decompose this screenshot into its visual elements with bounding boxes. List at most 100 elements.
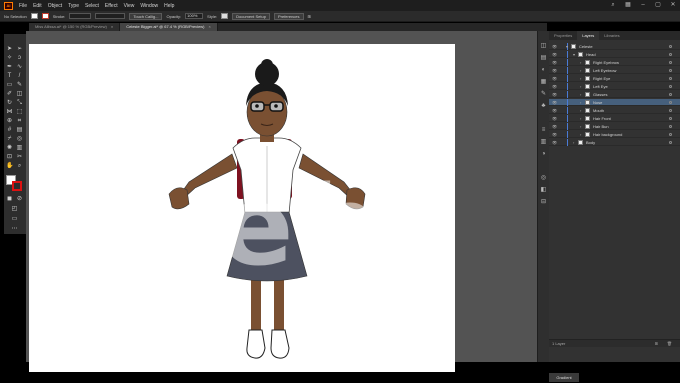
target-circle-icon[interactable] xyxy=(669,141,672,144)
expand-arrow-icon[interactable]: ▾ xyxy=(573,51,575,58)
layer-row[interactable]: 👁 › Mouth xyxy=(549,107,680,114)
maximize-icon[interactable]: ▢ xyxy=(655,2,661,8)
visibility-eye-icon[interactable]: 👁 xyxy=(552,131,558,138)
visibility-eye-icon[interactable]: 👁 xyxy=(552,107,558,114)
visibility-eye-icon[interactable]: 👁 xyxy=(552,115,558,122)
type-tool-icon[interactable]: T xyxy=(6,73,13,80)
expand-arrow-icon[interactable]: › xyxy=(580,123,581,130)
layer-row[interactable]: 👁 › Right Eye xyxy=(549,75,680,82)
brushes-panel-icon[interactable]: ✎ xyxy=(540,91,547,97)
gradient-panel-icon[interactable]: ▥ xyxy=(540,139,547,145)
layer-row[interactable]: 👁 › Body xyxy=(549,139,680,146)
stroke-weight-field[interactable] xyxy=(69,13,92,19)
visibility-eye-icon[interactable]: 👁 xyxy=(552,67,558,74)
expand-arrow-icon[interactable]: › xyxy=(580,107,581,114)
curvature-tool-icon[interactable]: ∿ xyxy=(16,64,23,71)
brush-select[interactable]: Touch Callig... xyxy=(129,12,163,20)
visibility-eye-icon[interactable]: 👁 xyxy=(552,99,558,106)
scale-tool-icon[interactable]: ⤡ xyxy=(16,100,23,107)
gradient-panel-tab[interactable]: Gradient xyxy=(549,373,579,382)
expand-arrow-icon[interactable]: › xyxy=(580,83,581,90)
expand-arrow-icon[interactable]: › xyxy=(573,139,574,146)
tab-libraries[interactable]: Libraries xyxy=(599,31,624,40)
expand-arrow-icon[interactable]: › xyxy=(580,75,581,82)
graph-tool-icon[interactable]: ▥ xyxy=(16,145,23,152)
target-circle-icon[interactable] xyxy=(669,133,672,136)
menu-type[interactable]: Type xyxy=(68,3,79,9)
fill-swatch[interactable] xyxy=(30,13,38,19)
expand-arrow-icon[interactable]: › xyxy=(580,67,581,74)
menu-help[interactable]: Help xyxy=(164,3,174,9)
expand-arrow-icon[interactable]: › xyxy=(580,115,581,122)
expand-arrow-icon[interactable]: › xyxy=(580,91,581,98)
visibility-eye-icon[interactable]: 👁 xyxy=(552,75,558,82)
artboard[interactable]: eh xyxy=(29,44,455,372)
new-layer-icon[interactable]: ⊞ xyxy=(655,340,658,348)
more-tools-icon[interactable]: ⋯ xyxy=(11,226,18,233)
delete-layer-icon[interactable]: 🗑 xyxy=(667,340,672,348)
layer-row[interactable]: 👁 ▾ Head xyxy=(549,51,680,58)
menu-file[interactable]: File xyxy=(19,3,27,9)
graphic-styles-panel-icon[interactable]: ◧ xyxy=(540,187,547,193)
slice-tool-icon[interactable]: ✂ xyxy=(16,154,23,161)
layer-row[interactable]: 👁 › Hair Front xyxy=(549,115,680,122)
close-icon[interactable]: × xyxy=(209,24,211,29)
variable-width-field[interactable] xyxy=(95,13,126,19)
preferences-button[interactable]: Preferences xyxy=(273,12,304,20)
artboard-tool-icon[interactable]: ⊡ xyxy=(6,154,13,161)
width-tool-icon[interactable]: ⋈ xyxy=(6,109,13,116)
style-swatch[interactable] xyxy=(221,13,229,19)
color-mode-icon[interactable]: ◼ xyxy=(6,196,13,203)
target-circle-icon[interactable] xyxy=(669,53,672,56)
target-circle-icon[interactable] xyxy=(669,85,672,88)
draw-mode-icon[interactable]: ◰ xyxy=(11,206,18,213)
opacity-field[interactable]: 100% xyxy=(185,13,204,19)
libraries-panel-icon[interactable]: ▤ xyxy=(540,55,547,61)
menu-edit[interactable]: Edit xyxy=(33,3,42,9)
menu-select[interactable]: Select xyxy=(85,3,99,9)
no-color-icon[interactable]: ⊘ xyxy=(16,196,23,203)
transparency-panel-icon[interactable]: ◑ xyxy=(540,151,547,157)
expand-arrow-icon[interactable]: › xyxy=(580,99,581,106)
menu-window[interactable]: Window xyxy=(140,3,158,9)
layer-row[interactable]: 👁 › Left Eyebrow xyxy=(549,67,680,74)
visibility-eye-icon[interactable]: 👁 xyxy=(552,123,558,130)
selection-tool-icon[interactable]: ➤ xyxy=(6,46,13,53)
symbols-panel-icon[interactable]: ♣ xyxy=(540,103,547,109)
line-tool-icon[interactable]: / xyxy=(16,73,23,80)
tab-miss-allissa[interactable]: Miss Allissa.ai* @ 150 % (RGB/Preview) × xyxy=(29,23,121,31)
shape-builder-tool-icon[interactable]: ⊕ xyxy=(6,118,13,125)
target-circle-icon[interactable] xyxy=(669,69,672,72)
menu-view[interactable]: View xyxy=(124,3,135,9)
visibility-eye-icon[interactable]: 👁 xyxy=(552,51,558,58)
free-transform-tool-icon[interactable]: ⬚ xyxy=(16,109,23,116)
swatches-panel-icon[interactable]: ▦ xyxy=(540,79,547,85)
eraser-tool-icon[interactable]: ◫ xyxy=(16,91,23,98)
visibility-eye-icon[interactable]: 👁 xyxy=(552,83,558,90)
rotate-tool-icon[interactable]: ↻ xyxy=(6,100,13,107)
color-panel-icon[interactable]: ◐ xyxy=(540,67,547,73)
align-icon[interactable]: ⊞ xyxy=(308,14,311,19)
workspace-icon[interactable]: ▦ xyxy=(625,2,631,8)
layer-row[interactable]: 👁 › Left Eye xyxy=(549,83,680,90)
layer-row[interactable]: 👁 › Hair background xyxy=(549,131,680,138)
layer-row[interactable]: 👁 › Glasses xyxy=(549,91,680,98)
hand-tool-icon[interactable]: ✋ xyxy=(6,163,13,170)
target-circle-icon[interactable] xyxy=(669,45,672,48)
shaper-tool-icon[interactable]: ✐ xyxy=(6,91,13,98)
screen-mode-icon[interactable]: ▭ xyxy=(11,216,18,223)
target-circle-icon[interactable] xyxy=(669,117,672,120)
lasso-tool-icon[interactable]: ↄ xyxy=(16,55,23,62)
magic-wand-tool-icon[interactable]: ✧ xyxy=(6,55,13,62)
stroke-swatch[interactable] xyxy=(41,13,49,19)
target-circle-icon[interactable] xyxy=(669,125,672,128)
target-circle-icon[interactable] xyxy=(669,61,672,64)
target-circle-icon[interactable] xyxy=(669,101,672,104)
tab-layers[interactable]: Layers xyxy=(577,31,600,40)
close-icon[interactable]: ✕ xyxy=(670,2,676,8)
properties-panel-icon[interactable]: ◫ xyxy=(540,43,547,49)
layer-row[interactable]: 👁 › Hair Bun xyxy=(549,123,680,130)
menu-effect[interactable]: Effect xyxy=(105,3,118,9)
blend-tool-icon[interactable]: ◎ xyxy=(16,136,23,143)
target-circle-icon[interactable] xyxy=(669,77,672,80)
